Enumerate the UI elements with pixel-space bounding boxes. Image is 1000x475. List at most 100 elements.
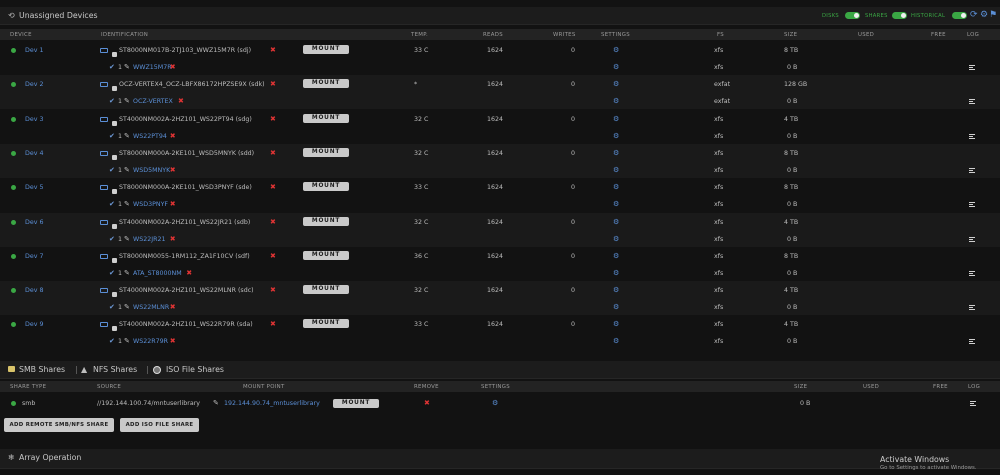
mount-button[interactable]: MOUNT [303, 319, 349, 329]
device-name[interactable]: Dev 5 [25, 184, 43, 191]
device-name[interactable]: Dev 8 [25, 287, 43, 294]
log-icon[interactable] [969, 339, 975, 345]
add-remote-share-button[interactable]: ADD REMOTE SMB/NFS SHARE [4, 418, 114, 432]
settings-gear-icon[interactable]: ⚙ [613, 286, 619, 294]
pencil-icon[interactable]: ✎ [213, 399, 219, 407]
partition-settings-gear-icon[interactable]: ⚙ [613, 63, 619, 71]
mount-button[interactable]: MOUNT [333, 399, 379, 408]
partition-settings-gear-icon[interactable]: ⚙ [613, 303, 619, 311]
partition-settings-gear-icon[interactable]: ⚙ [613, 200, 619, 208]
pencil-icon[interactable]: ✎ [124, 235, 130, 243]
partition-settings-gear-icon[interactable]: ⚙ [613, 132, 619, 140]
settings-gear-icon[interactable]: ⚙ [492, 399, 498, 407]
partition-settings-gear-icon[interactable]: ⚙ [613, 269, 619, 277]
remove-partition-icon[interactable]: ✖ [186, 269, 192, 277]
toggle-shares[interactable] [892, 12, 907, 19]
settings-gear-icon[interactable]: ⚙ [613, 46, 619, 54]
log-icon[interactable] [969, 99, 975, 105]
partition-settings-gear-icon[interactable]: ⚙ [613, 235, 619, 243]
partition-label[interactable]: OCZ-VERTEX [133, 98, 173, 105]
partition-label[interactable]: WS22R79R [133, 338, 168, 345]
remove-partition-icon[interactable]: ✖ [170, 132, 176, 140]
disk-icon[interactable] [100, 116, 108, 122]
mount-button[interactable]: MOUNT [303, 285, 349, 295]
disk-icon[interactable] [100, 253, 108, 259]
device-name[interactable]: Dev 1 [25, 47, 43, 54]
partition-settings-gear-icon[interactable]: ⚙ [613, 337, 619, 345]
pencil-icon[interactable]: ✎ [124, 97, 130, 105]
remove-device-icon[interactable]: ✖ [270, 80, 276, 88]
remove-partition-icon[interactable]: ✖ [170, 166, 176, 174]
remove-device-icon[interactable]: ✖ [270, 46, 276, 54]
settings-gear-icon[interactable]: ⚙ [613, 183, 619, 191]
log-icon[interactable] [969, 167, 975, 173]
remove-partition-icon[interactable]: ✖ [170, 200, 176, 208]
toggle-historical[interactable] [952, 12, 967, 19]
remove-partition-icon[interactable]: ✖ [170, 63, 176, 71]
settings-gear-icon[interactable]: ⚙ [613, 320, 619, 328]
partition-label[interactable]: WS22JR21 [133, 236, 165, 243]
settings-gear-icon[interactable]: ⚙ [613, 115, 619, 123]
add-iso-share-button[interactable]: ADD ISO FILE SHARE [120, 418, 199, 432]
remove-partition-icon[interactable]: ✖ [178, 97, 184, 105]
partition-label[interactable]: WSD3PNYF [133, 201, 168, 208]
pencil-icon[interactable]: ✎ [124, 63, 130, 71]
share-mount-point[interactable]: 192.144.90.74_mntuserlibrary [224, 400, 320, 407]
disk-icon[interactable] [100, 288, 108, 294]
partition-label[interactable]: ATA_ST8000NM [133, 270, 182, 277]
pencil-icon[interactable]: ✎ [124, 337, 130, 345]
partition-label[interactable]: WS22MLNR [133, 304, 169, 311]
settings-gear-icon[interactable]: ⚙ [613, 149, 619, 157]
disk-icon[interactable] [100, 185, 108, 191]
tab-smb-shares[interactable]: SMB Shares [19, 365, 65, 374]
pencil-icon[interactable]: ✎ [124, 303, 130, 311]
log-icon[interactable] [969, 133, 975, 139]
log-icon[interactable] [969, 305, 975, 311]
device-name[interactable]: Dev 3 [25, 116, 43, 123]
disk-icon[interactable] [100, 48, 108, 53]
partition-label[interactable]: WWZ15M7R [133, 64, 172, 71]
device-name[interactable]: Dev 6 [25, 219, 43, 226]
remove-device-icon[interactable]: ✖ [270, 320, 276, 328]
disk-icon[interactable] [100, 322, 108, 328]
remove-device-icon[interactable]: ✖ [270, 149, 276, 157]
remove-icon[interactable]: ✖ [424, 399, 430, 407]
disk-icon[interactable] [100, 219, 108, 225]
partition-settings-gear-icon[interactable]: ⚙ [613, 97, 619, 105]
disk-icon[interactable] [100, 150, 108, 156]
remove-partition-icon[interactable]: ✖ [170, 235, 176, 243]
mount-button[interactable]: MOUNT [303, 79, 349, 89]
mount-button[interactable]: MOUNT [303, 45, 349, 54]
partition-label[interactable]: WS22PT94 [133, 133, 167, 140]
device-name[interactable]: Dev 7 [25, 253, 43, 260]
device-name[interactable]: Dev 2 [25, 81, 43, 88]
partition-label[interactable]: WSD5MNYK [133, 167, 170, 174]
log-icon[interactable] [970, 401, 976, 406]
settings-gear-icon[interactable]: ⚙ [613, 252, 619, 260]
remove-partition-icon[interactable]: ✖ [170, 337, 176, 345]
tab-iso-file-shares[interactable]: ISO File Shares [166, 365, 224, 374]
pencil-icon[interactable]: ✎ [124, 200, 130, 208]
remove-device-icon[interactable]: ✖ [270, 252, 276, 260]
remove-partition-icon[interactable]: ✖ [170, 303, 176, 311]
gear-icon[interactable]: ⚙ [980, 10, 988, 20]
device-name[interactable]: Dev 4 [25, 150, 43, 157]
tab-nfs-shares[interactable]: NFS Shares [93, 365, 137, 374]
pencil-icon[interactable]: ✎ [124, 132, 130, 140]
log-icon[interactable] [969, 270, 975, 276]
settings-gear-icon[interactable]: ⚙ [613, 218, 619, 226]
mount-button[interactable]: MOUNT [303, 250, 349, 260]
partition-settings-gear-icon[interactable]: ⚙ [613, 166, 619, 174]
pencil-icon[interactable]: ✎ [124, 166, 130, 174]
refresh-icon[interactable]: ⟳ [970, 10, 978, 20]
settings-gear-icon[interactable]: ⚙ [613, 80, 619, 88]
help-icon[interactable]: ⚑ [989, 10, 997, 20]
remove-device-icon[interactable]: ✖ [270, 218, 276, 226]
log-icon[interactable] [969, 202, 975, 208]
log-icon[interactable] [969, 236, 975, 242]
remove-device-icon[interactable]: ✖ [270, 115, 276, 123]
mount-button[interactable]: MOUNT [303, 147, 349, 157]
mount-button[interactable]: MOUNT [303, 182, 349, 192]
disk-icon[interactable] [100, 82, 108, 88]
toggle-disks[interactable] [845, 12, 860, 19]
